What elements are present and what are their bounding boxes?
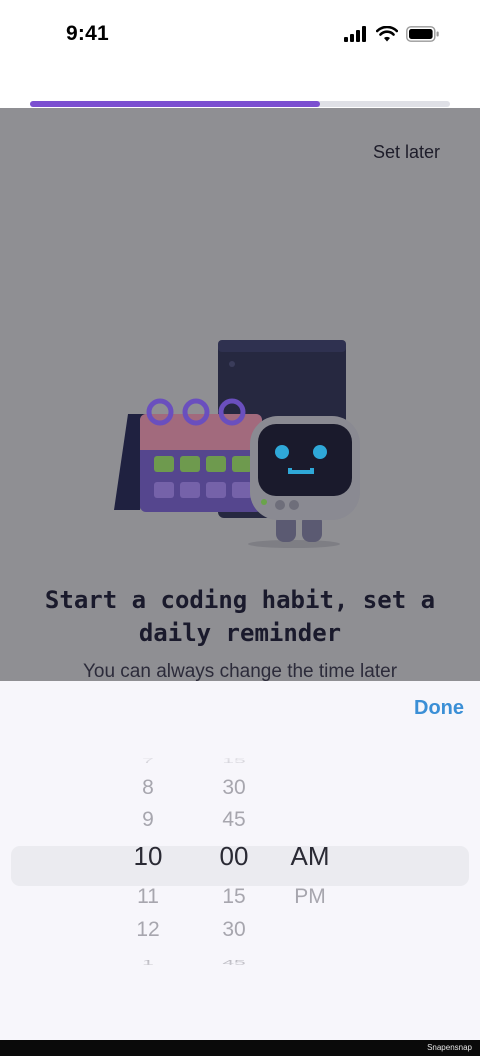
onboarding-content: Set later Start a coding habit, set a da… [0, 108, 480, 681]
period-option[interactable]: AM [280, 841, 340, 872]
onboarding-progress-bar [30, 101, 450, 107]
status-time: 9:41 [66, 22, 109, 45]
picker-fade-bottom [0, 953, 480, 981]
status-icons [344, 26, 440, 42]
hour-option[interactable]: 10 [118, 841, 178, 872]
minute-option[interactable]: 30 [204, 776, 264, 800]
minute-option[interactable]: 00 [204, 841, 264, 872]
cellular-signal-icon [344, 26, 366, 42]
progress-fill [30, 101, 320, 107]
minute-option[interactable]: 45 [204, 808, 264, 832]
minute-option[interactable]: 30 [204, 918, 264, 942]
headline-line-1: Start a coding habit, set a [44, 586, 436, 614]
watermark: Snapensnap [427, 1043, 472, 1052]
period-option[interactable]: PM [280, 885, 340, 909]
subtext: You can always change the time later [82, 661, 398, 681]
minute-wheel[interactable]: 15304500153045 [204, 751, 264, 981]
headline-line-2: daily reminder [138, 619, 342, 647]
battery-icon [406, 26, 439, 42]
set-later-button[interactable]: Set later [373, 142, 440, 163]
headline: Start a coding habit, set a daily remind… [20, 584, 460, 650]
calendar-robot-illustration [114, 340, 360, 548]
time-picker[interactable]: 7891011121 15304500153045 AMPM [0, 751, 480, 981]
minute-option[interactable]: 15 [204, 885, 264, 909]
hour-wheel[interactable]: 7891011121 [118, 751, 178, 981]
hour-option[interactable]: 8 [118, 776, 178, 800]
picker-fade-top [0, 751, 480, 779]
wifi-icon [376, 26, 398, 42]
time-picker-sheet: Done 7891011121 15304500153045 AMPM [0, 681, 480, 1040]
status-bar: 9:41 [0, 0, 480, 72]
done-button[interactable]: Done [414, 697, 464, 720]
bottom-bar: Snapensnap [0, 1040, 480, 1056]
period-wheel[interactable]: AM PM [280, 751, 340, 981]
hour-option[interactable]: 9 [118, 808, 178, 832]
hour-option[interactable]: 12 [118, 918, 178, 942]
hour-option[interactable]: 11 [118, 885, 178, 909]
